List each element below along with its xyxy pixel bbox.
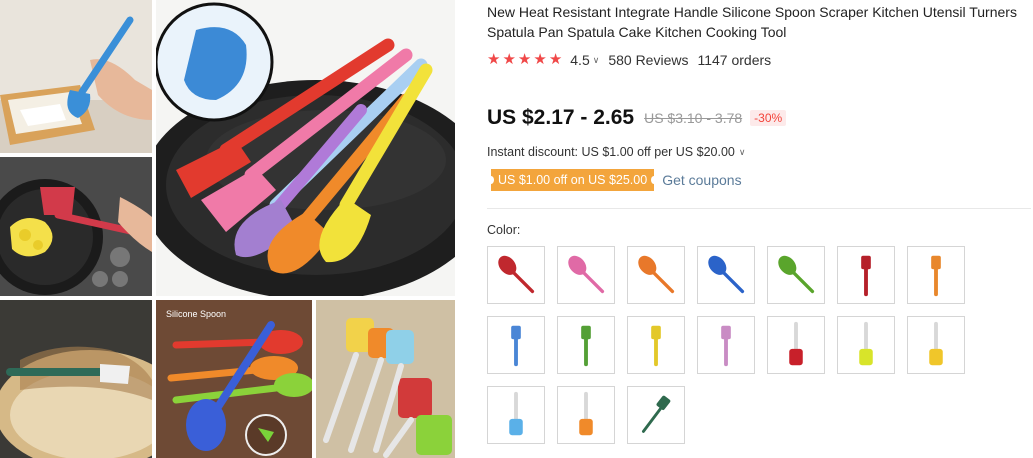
spatula-head [859, 348, 873, 366]
swatch-thumbnail [642, 395, 671, 433]
color-swatch[interactable] [837, 246, 895, 304]
swatch-thumbnail [579, 391, 593, 436]
photo-eggs-pan[interactable] [0, 157, 152, 296]
product-title: New Heat Resistant Integrate Handle Sili… [487, 4, 1017, 40]
color-swatch[interactable] [487, 386, 545, 444]
star-rating: ★ ★ ★ ★ ★ [487, 52, 562, 68]
spatula-head [861, 255, 871, 270]
swatch-thumbnail [511, 325, 521, 367]
color-swatch[interactable] [557, 386, 615, 444]
get-coupons-link[interactable]: Get coupons [662, 172, 741, 188]
rating-row: ★ ★ ★ ★ ★ 4.5 ∨ 580 Reviews 1147 orders [487, 50, 771, 70]
star-icon: ★ [502, 51, 516, 68]
product-image-gallery[interactable]: Silicone Spoon [0, 0, 458, 458]
color-label: Color: [487, 223, 521, 237]
swatch-thumbnail [778, 255, 815, 294]
spatula-head [511, 325, 521, 340]
spatula-head [651, 325, 661, 340]
photo-bread-loaf[interactable] [0, 300, 152, 458]
spatula-head [656, 395, 671, 410]
photo-silicone-spoon-art [156, 300, 312, 458]
color-swatch[interactable] [627, 246, 685, 304]
photo-eggs-pan-art [0, 157, 152, 296]
spoon-handle [650, 269, 675, 294]
color-swatch[interactable] [697, 316, 755, 374]
color-swatch[interactable] [487, 246, 545, 304]
rating-score: 4.5 [570, 52, 590, 68]
original-price: US $3.10 - 3.78 [644, 110, 743, 126]
spatula-head [789, 348, 803, 366]
photo-main-spatulas-art [156, 0, 455, 296]
star-icon: ★ [533, 51, 547, 68]
coupon-row: US $1.00 off on US $25.00 Get coupons [487, 169, 742, 191]
photo-clear-handle-spatulas[interactable] [316, 300, 455, 458]
swatch-thumbnail [498, 255, 535, 294]
swatch-thumbnail [931, 255, 941, 297]
swatch-thumbnail [721, 325, 731, 367]
color-swatch[interactable] [907, 316, 965, 374]
instant-discount-text: Instant discount: US $1.00 off per US $2… [487, 145, 735, 159]
star-icon: ★ [487, 51, 501, 68]
color-swatch[interactable] [697, 246, 755, 304]
spatula-head [929, 348, 943, 366]
swatch-thumbnail [789, 321, 803, 366]
discount-badge: -30% [750, 110, 787, 126]
swatch-thumbnail [568, 255, 605, 294]
reviews-link[interactable]: 580 Reviews [608, 52, 688, 68]
spatula-head [581, 325, 591, 340]
spoon-handle [790, 269, 815, 294]
color-swatch[interactable] [907, 246, 965, 304]
photo-silicone-spoon[interactable]: Silicone Spoon [156, 300, 312, 458]
swatch-thumbnail [509, 391, 523, 436]
spoon-handle [510, 269, 535, 294]
color-swatch[interactable] [837, 316, 895, 374]
current-price: US $2.17 - 2.65 [487, 106, 635, 129]
photo-clear-handle-spatulas-art [316, 300, 455, 458]
photo-bread-loaf-art [0, 300, 152, 458]
photo-main-spatulas[interactable] [156, 0, 455, 296]
chevron-down-icon: ∨ [592, 54, 600, 65]
product-info-panel: New Heat Resistant Integrate Handle Sili… [487, 0, 1033, 458]
coupon-tag[interactable]: US $1.00 off on US $25.00 [487, 169, 658, 191]
swatch-thumbnail [861, 255, 871, 297]
color-swatch[interactable] [627, 386, 685, 444]
color-swatch[interactable] [557, 246, 615, 304]
swatch-thumbnail [581, 325, 591, 367]
color-swatch[interactable] [487, 316, 545, 374]
swatch-thumbnail [651, 325, 661, 367]
swatch-thumbnail [859, 321, 873, 366]
orders-count: 1147 orders [697, 52, 772, 68]
instant-discount-dropdown[interactable]: Instant discount: US $1.00 off per US $2… [487, 145, 745, 159]
photo-spatula-bread-art [0, 0, 152, 153]
spoon-handle [720, 269, 745, 294]
color-swatch[interactable] [767, 316, 825, 374]
swatch-thumbnail [708, 255, 745, 294]
swatch-thumbnail [638, 255, 675, 294]
rating-score-dropdown[interactable]: 4.5 ∨ [570, 52, 599, 68]
spatula-head [509, 418, 523, 436]
spatula-head [579, 418, 593, 436]
color-swatch[interactable] [627, 316, 685, 374]
color-swatch[interactable] [767, 246, 825, 304]
star-icon: ★ [517, 51, 532, 68]
chevron-down-icon: ∨ [738, 146, 746, 157]
silicone-spoon-caption: Silicone Spoon [166, 309, 227, 319]
divider [487, 208, 1031, 209]
swatch-thumbnail [929, 321, 943, 366]
spatula-head [931, 255, 941, 270]
color-swatch[interactable] [557, 316, 615, 374]
spoon-handle [580, 269, 605, 294]
spatula-handle [642, 406, 663, 433]
price-row: US $2.17 - 2.65 US $3.10 - 3.78 -30% [487, 103, 787, 133]
spatula-head [721, 325, 731, 340]
photo-spatula-bread[interactable] [0, 0, 152, 153]
star-icon: ★ [548, 51, 563, 68]
